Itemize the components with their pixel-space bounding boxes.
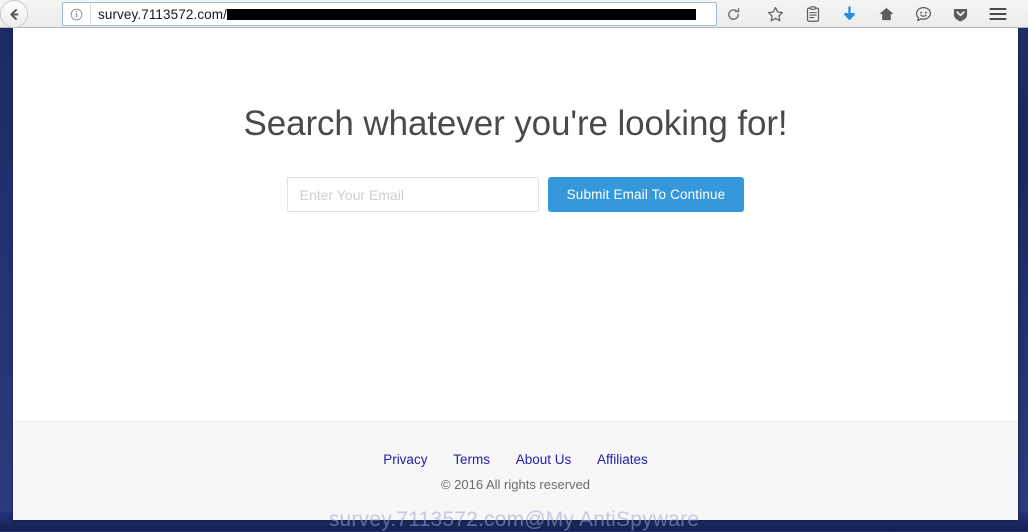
- hamburger-menu-icon[interactable]: [979, 0, 1016, 28]
- browser-window: survey.7113572.com/: [13, 0, 1018, 520]
- bookmark-star-icon[interactable]: [757, 0, 794, 28]
- page-title: Search whatever you're looking for!: [13, 104, 1018, 144]
- browser-toolbar-icons: [757, 0, 1016, 28]
- url-text: survey.7113572.com/: [98, 7, 227, 22]
- email-input[interactable]: [287, 177, 539, 212]
- footer-links: Privacy Terms About Us Affiliates: [13, 452, 1018, 467]
- address-bar[interactable]: survey.7113572.com/: [62, 2, 717, 26]
- back-button[interactable]: [0, 0, 28, 28]
- urlbar-dropdown-icon[interactable]: [696, 3, 716, 25]
- email-capture-form: Submit Email To Continue: [13, 177, 1018, 212]
- copyright-text: © 2016 All rights reserved: [13, 477, 1018, 492]
- footer-link-terms[interactable]: Terms: [453, 452, 490, 467]
- url-redaction-bar: [227, 9, 696, 20]
- page-viewport: Search whatever you're looking for! Subm…: [13, 28, 1018, 520]
- downloads-arrow-icon[interactable]: [831, 0, 868, 28]
- footer-link-about-us[interactable]: About Us: [516, 452, 572, 467]
- reload-button[interactable]: [722, 3, 745, 26]
- page-footer: Privacy Terms About Us Affiliates © 2016…: [13, 421, 1018, 520]
- reader-view-icon[interactable]: [794, 0, 831, 28]
- feedback-smiley-icon[interactable]: [905, 0, 942, 28]
- home-icon[interactable]: [868, 0, 905, 28]
- page-main-content: Search whatever you're looking for! Subm…: [13, 28, 1018, 421]
- url-text-container[interactable]: survey.7113572.com/: [91, 3, 696, 25]
- footer-link-affiliates[interactable]: Affiliates: [597, 452, 648, 467]
- footer-link-privacy[interactable]: Privacy: [383, 452, 427, 467]
- submit-email-button[interactable]: Submit Email To Continue: [548, 177, 745, 212]
- browser-navigation-toolbar: survey.7113572.com/: [0, 0, 1028, 28]
- info-circle-icon[interactable]: [63, 3, 91, 25]
- pocket-shield-icon[interactable]: [942, 0, 979, 28]
